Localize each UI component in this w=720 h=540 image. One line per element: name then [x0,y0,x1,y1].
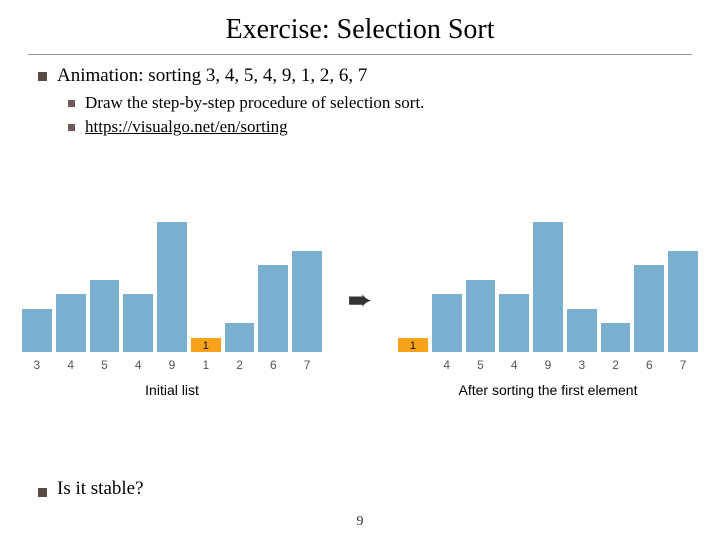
bar-x-label: 4 [511,358,518,372]
visualgo-link[interactable]: https://visualgo.net/en/sorting [85,117,288,137]
bar-x-label: 4 [135,358,142,372]
bar-x-label: 4 [443,358,450,372]
bar [499,294,529,352]
bar [567,309,597,352]
bullet-link: https://visualgo.net/en/sorting [68,117,682,137]
bullet-icon [38,72,47,81]
bar-x-label: 3 [578,358,585,372]
bar [90,280,120,352]
bar-x-label: 9 [545,358,552,372]
bar-x-label: 4 [67,358,74,372]
bar-wrap: 9 [157,222,187,372]
bar-x-label: 3 [34,358,41,372]
bullet-animation: Animation: sorting 3, 4, 5, 4, 9, 1, 2, … [38,65,682,87]
chart-caption-left: Initial list [22,382,322,398]
bar [668,251,698,352]
bar [22,309,52,352]
bullet-animation-text: Animation: sorting 3, 4, 5, 4, 9, 1, 2, … [57,65,367,87]
arrow-icon: ➨ [341,283,378,318]
bar-wrap: 4 [432,294,462,372]
bar-value-label: 1 [191,338,221,352]
chart-caption-right: After sorting the first element [398,382,698,398]
bullet-icon [38,488,47,497]
bar-wrap: 6 [634,265,664,372]
bar-x-label: 5 [477,358,484,372]
bar-x-label: 9 [169,358,176,372]
bar-wrap: 3 [22,309,52,372]
bar-wrap: 7 [292,251,322,372]
question-text: Is it stable? [57,478,144,500]
bar-highlight: 1 [191,338,221,352]
bar [432,294,462,352]
bar-x-label: 2 [612,358,619,372]
bar [123,294,153,352]
bullet-draw: Draw the step-by-step procedure of selec… [68,93,682,113]
bar [292,251,322,352]
bar [533,222,563,352]
bar-x-label: 6 [646,358,653,372]
chart-after-first: 1 4 5 4 9 3 2 6 7 After sorting the first elemen… [398,232,698,398]
bar [466,280,496,352]
bar-x-label: 5 [101,358,108,372]
bar [634,265,664,352]
bar-wrap: 5 [90,280,120,372]
bar [258,265,288,352]
bar [56,294,86,352]
bar-wrap: 7 [668,251,698,372]
bar-x-label: 1 [202,358,209,372]
chart-initial: 3454911267 Initial list [22,232,322,398]
bar [601,323,631,352]
page-title: Exercise: Selection Sort [0,0,720,54]
bar-wrap: 4 [56,294,86,372]
bullet-icon [68,124,75,131]
bar-x-label: 6 [270,358,277,372]
bar-wrap: 2 [225,323,255,372]
bullet-draw-text: Draw the step-by-step procedure of selec… [85,93,424,113]
bar [157,222,187,352]
bar-wrap: 1 [398,338,428,372]
bar-wrap: 5 [466,280,496,372]
bar-wrap: 9 [533,222,563,372]
bar-x-label: 2 [236,358,243,372]
bar-wrap: 2 [601,323,631,372]
bar-wrap: 4 [123,294,153,372]
bar-value-label: 1 [398,338,428,352]
bar-x-label: 7 [304,358,311,372]
page-number: 9 [0,514,720,530]
bar-wrap: 6 [258,265,288,372]
bullet-question: Is it stable? [38,478,144,500]
bar-wrap: 3 [567,309,597,372]
bar-wrap: 4 [499,294,529,372]
bar-wrap: 11 [191,338,221,372]
bar-highlight: 1 [398,338,428,352]
bullet-icon [68,100,75,107]
bar [225,323,255,352]
bar-x-label: 7 [680,358,687,372]
